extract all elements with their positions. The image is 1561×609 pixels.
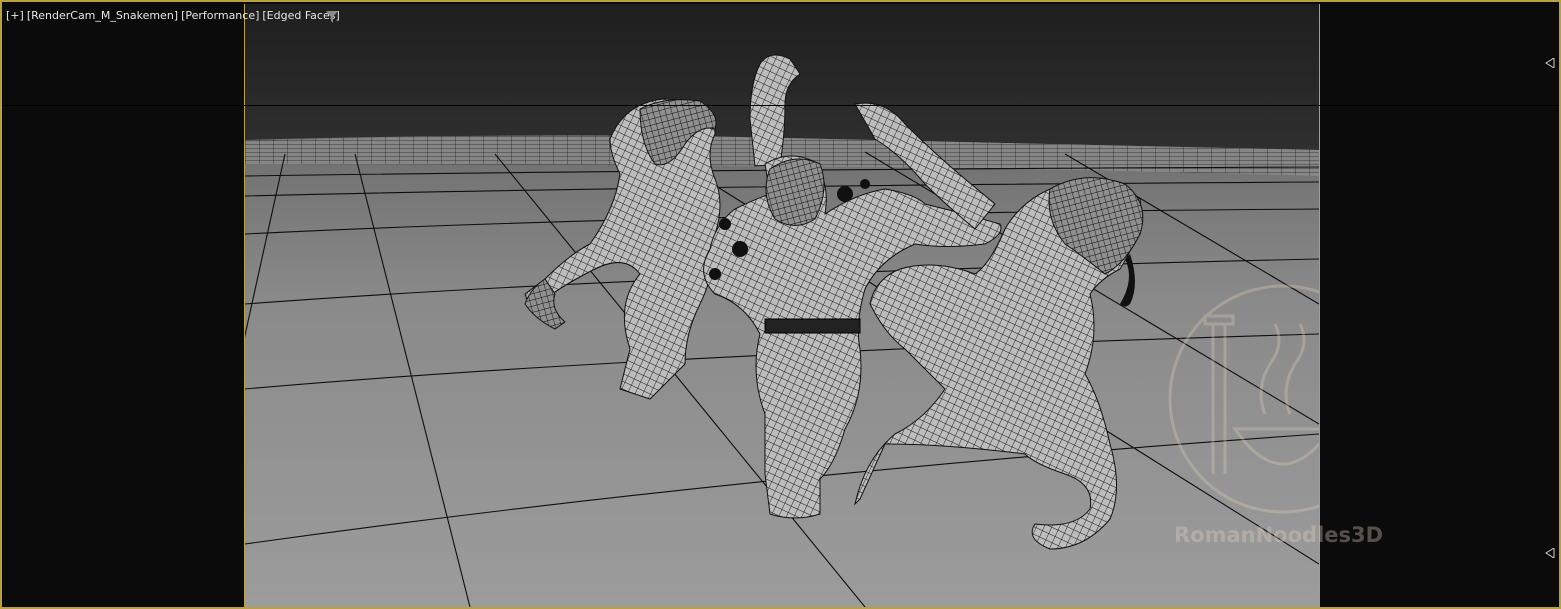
filter-icon[interactable]: [326, 11, 338, 23]
viewport-horizon-line: [2, 105, 1559, 106]
3d-viewport[interactable]: [+] [RenderCam_M_Snakemen] [Performance]…: [0, 0, 1561, 609]
viewport-menu-camera[interactable]: [RenderCam_M_Snakemen]: [27, 9, 178, 22]
warrior-head: [765, 158, 825, 226]
viewport-scene[interactable]: [245, 4, 1319, 607]
viewport-menu-shading[interactable]: [Performance]: [181, 9, 259, 22]
viewport-menu-plus[interactable]: [+]: [6, 9, 24, 22]
render-safe-frame[interactable]: [244, 4, 1320, 607]
watermark-text: RomanNoodles3D: [1174, 523, 1384, 547]
viewport-label-bar: [+] [RenderCam_M_Snakemen] [Performance]…: [6, 9, 340, 22]
triangle-marker-icon: [1545, 548, 1555, 558]
triangle-marker-icon: [1545, 58, 1555, 68]
warrior-belt: [764, 318, 861, 334]
